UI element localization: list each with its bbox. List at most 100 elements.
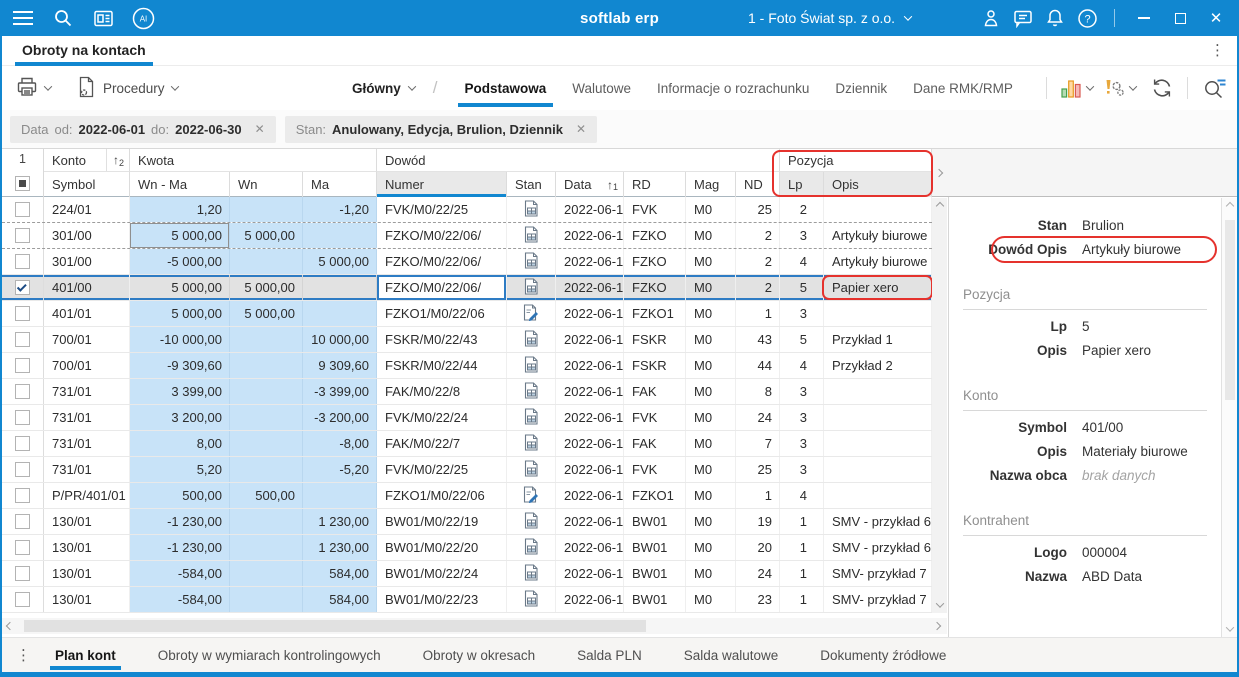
cell-lp[interactable]: 5: [780, 275, 824, 300]
cell-opis[interactable]: SMV - przykład 6: [824, 509, 932, 534]
row-checkbox[interactable]: [15, 332, 30, 347]
column-header-wn-ma[interactable]: Wn - Ma: [130, 172, 230, 197]
cell-symbol[interactable]: 731/01: [44, 431, 130, 456]
cell-wn[interactable]: [230, 509, 303, 534]
ai-assistant-icon[interactable]: AI: [130, 5, 156, 31]
cell-select[interactable]: [2, 223, 44, 248]
cell-select[interactable]: [2, 379, 44, 404]
news-icon[interactable]: [90, 5, 116, 31]
cell-data[interactable]: 2022-06-1: [556, 275, 624, 300]
cell-data[interactable]: 2022-06-1: [556, 535, 624, 560]
cell-data[interactable]: 2022-06-1: [556, 327, 624, 352]
bottom-tab-plan-kont[interactable]: Plan kont: [50, 639, 121, 672]
cell-rd[interactable]: BW01: [624, 561, 686, 586]
cell-nd[interactable]: 44: [736, 353, 780, 378]
row-number-header[interactable]: 1: [2, 149, 44, 197]
cell-numer[interactable]: FSKR/M0/22/43: [377, 327, 507, 352]
cell-mag[interactable]: M0: [686, 353, 736, 378]
cell-stan[interactable]: [507, 483, 556, 508]
cell-data[interactable]: 2022-06-1: [556, 353, 624, 378]
cell-lp[interactable]: 3: [780, 405, 824, 430]
cell-rd[interactable]: FVK: [624, 405, 686, 430]
maximize-button[interactable]: [1165, 5, 1195, 31]
cell-numer[interactable]: FSKR/M0/22/44: [377, 353, 507, 378]
cell-mag[interactable]: M0: [686, 483, 736, 508]
cell-nd[interactable]: 2: [736, 249, 780, 274]
cell-symbol[interactable]: 224/01: [44, 197, 130, 222]
cell-wn[interactable]: [230, 561, 303, 586]
table-row-5[interactable]: 700/01 -10 000,00 10 000,00 FSKR/M0/22/43 20…: [2, 327, 932, 353]
group-header-pozycja[interactable]: Pozycja: [780, 149, 932, 172]
cell-wn[interactable]: [230, 379, 303, 404]
cell-lp[interactable]: 4: [780, 249, 824, 274]
cell-stan[interactable]: [507, 431, 556, 456]
help-icon[interactable]: ?: [1074, 5, 1100, 31]
cell-stan[interactable]: [507, 535, 556, 560]
grid-horizontal-scrollbar[interactable]: [2, 618, 947, 634]
row-checkbox[interactable]: [15, 540, 30, 555]
cell-ma[interactable]: 9 309,60: [303, 353, 377, 378]
cell-stan[interactable]: [507, 405, 556, 430]
cell-data[interactable]: 2022-06-1: [556, 431, 624, 456]
column-header-opis[interactable]: Opis: [824, 172, 932, 197]
column-header-rd[interactable]: RD: [624, 172, 686, 197]
cell-select[interactable]: [2, 275, 44, 300]
row-checkbox[interactable]: [15, 462, 30, 477]
cell-nd[interactable]: 24: [736, 561, 780, 586]
bottom-tab-dokumenty-źródłowe[interactable]: Dokumenty źródłowe: [818, 639, 948, 672]
cell-rd[interactable]: FZKO: [624, 249, 686, 274]
cell-select[interactable]: [2, 509, 44, 534]
cell-lp[interactable]: 4: [780, 483, 824, 508]
cell-nd[interactable]: 43: [736, 327, 780, 352]
cell-opis[interactable]: Przykład 1: [824, 327, 932, 352]
cell-mag[interactable]: M0: [686, 275, 736, 300]
cell-symbol[interactable]: 130/01: [44, 587, 130, 612]
cell-wn[interactable]: 5 000,00: [230, 301, 303, 326]
cell-lp[interactable]: 3: [780, 223, 824, 248]
cell-numer[interactable]: FZKO/M0/22/06/: [377, 223, 507, 248]
cell-rd[interactable]: FZKO: [624, 223, 686, 248]
cell-wn-ma[interactable]: 5,20: [130, 457, 230, 482]
cell-rd[interactable]: FVK: [624, 197, 686, 222]
cell-symbol[interactable]: P/PR/401/01: [44, 483, 130, 508]
column-header-nd[interactable]: ND: [736, 172, 780, 197]
cell-data[interactable]: 2022-06-1: [556, 457, 624, 482]
cell-data[interactable]: 2022-06-1: [556, 587, 624, 612]
cell-lp[interactable]: 1: [780, 561, 824, 586]
cell-opis[interactable]: [824, 197, 932, 222]
user-icon[interactable]: [978, 5, 1004, 31]
cell-rd[interactable]: FAK: [624, 379, 686, 404]
chip-close-icon[interactable]: ✕: [576, 122, 586, 136]
cell-lp[interactable]: 5: [780, 327, 824, 352]
cell-nd[interactable]: 20: [736, 535, 780, 560]
bottom-tab-salda-pln[interactable]: Salda PLN: [575, 639, 644, 672]
cell-select[interactable]: [2, 327, 44, 352]
cell-ma[interactable]: [303, 483, 377, 508]
bottom-tab-obroty-w-wymiarach-kontrolingowych[interactable]: Obroty w wymiarach kontrolingowych: [156, 639, 383, 672]
table-row-2[interactable]: 301/00 -5 000,00 5 000,00 FZKO/M0/22/06/202…: [2, 249, 932, 275]
row-checkbox[interactable]: [15, 228, 30, 243]
cell-lp[interactable]: 1: [780, 509, 824, 534]
cell-opis[interactable]: [824, 431, 932, 456]
cell-wn-ma[interactable]: -9 309,60: [130, 353, 230, 378]
cell-lp[interactable]: 3: [780, 457, 824, 482]
cell-opis[interactable]: [824, 457, 932, 482]
cell-wn[interactable]: [230, 197, 303, 222]
cell-mag[interactable]: M0: [686, 301, 736, 326]
cell-wn-ma[interactable]: 3 200,00: [130, 405, 230, 430]
cell-wn[interactable]: [230, 327, 303, 352]
column-header-lp[interactable]: Lp: [780, 172, 824, 197]
cell-symbol[interactable]: 301/00: [44, 249, 130, 274]
column-header-stan[interactable]: Stan: [507, 172, 556, 197]
cell-symbol[interactable]: 700/01: [44, 327, 130, 352]
cell-stan[interactable]: [507, 457, 556, 482]
cell-wn-ma[interactable]: 5 000,00: [130, 275, 230, 300]
group-header-kwota[interactable]: Kwota: [130, 149, 377, 172]
tab-obroty-na-kontach[interactable]: Obroty na kontach: [15, 36, 153, 66]
cell-mag[interactable]: M0: [686, 509, 736, 534]
scroll-down-icon[interactable]: [935, 599, 944, 608]
group-header-dowod[interactable]: Dowód: [377, 149, 780, 172]
cell-numer[interactable]: BW01/M0/22/23: [377, 587, 507, 612]
cell-data[interactable]: 2022-06-1: [556, 379, 624, 404]
cell-numer[interactable]: FVK/M0/22/25: [377, 197, 507, 222]
